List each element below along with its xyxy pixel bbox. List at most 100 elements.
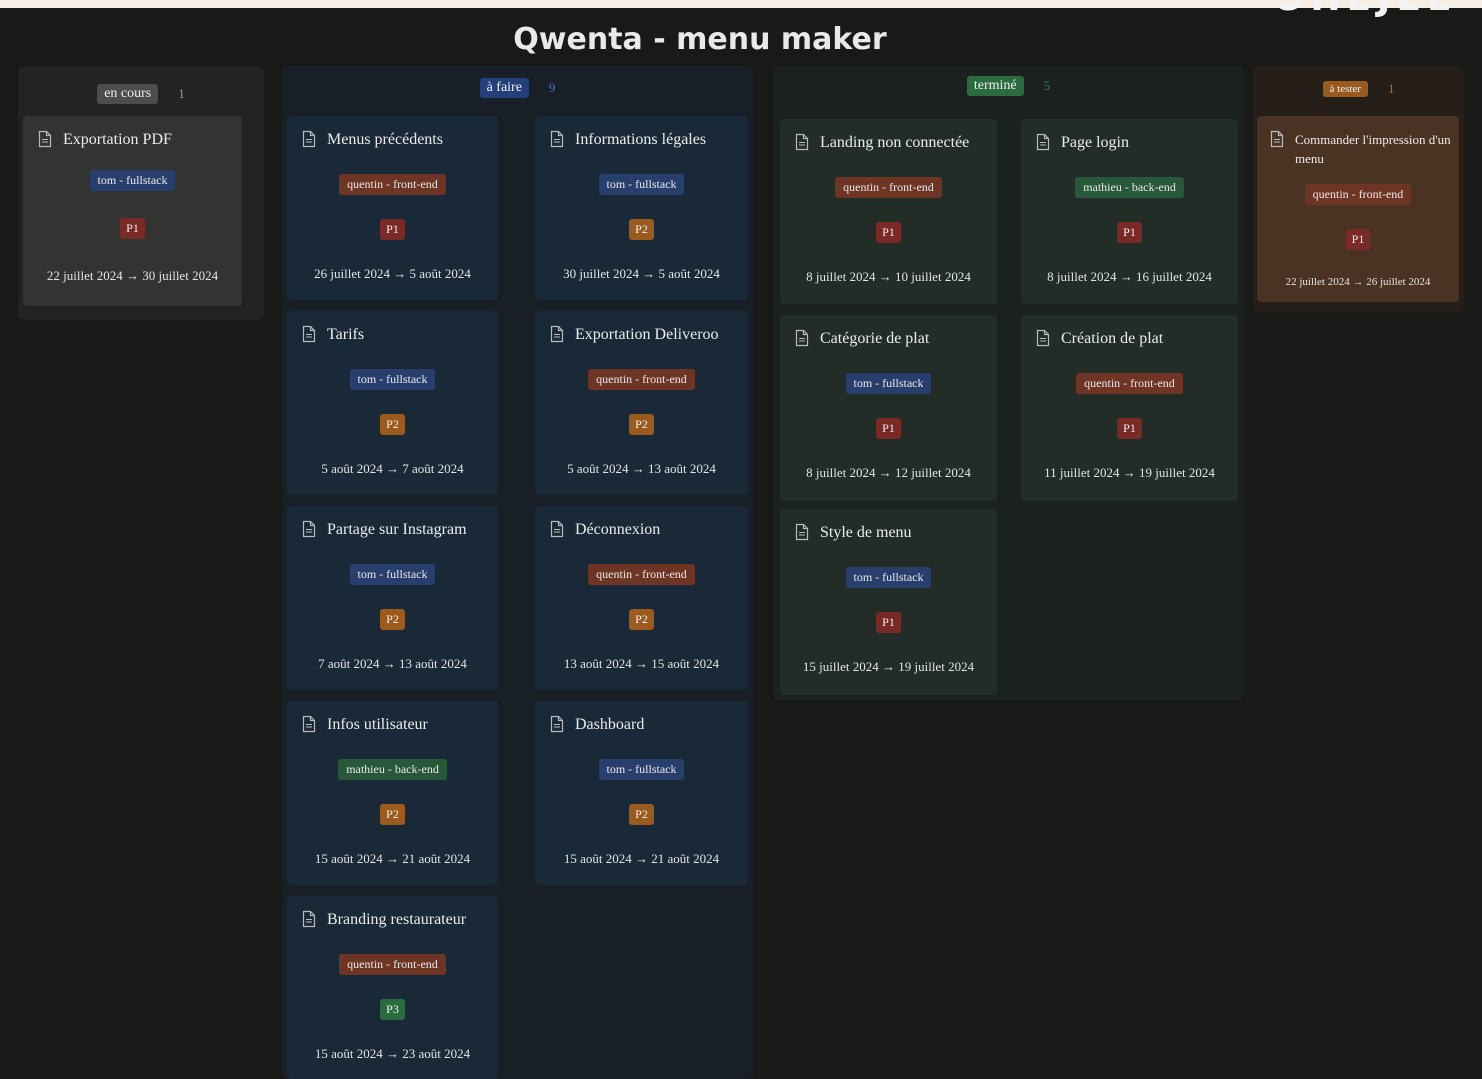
column-header: à tester 1	[1253, 81, 1464, 97]
date-range: 7 août 2024 → 13 août 2024	[318, 656, 467, 671]
column-header: à faire 9	[282, 78, 753, 98]
card-title: Dashboard	[549, 715, 742, 734]
assignee-row: quentin - front-end	[780, 177, 997, 198]
task-card[interactable]: Dashboard tom - fullstack P2 15 août 2024 →…	[535, 701, 748, 885]
assignee-tag[interactable]: tom - fullstack	[598, 759, 685, 780]
task-card[interactable]: Catégorie de plat tom - fullstack P1 8 juil…	[780, 315, 997, 501]
task-card[interactable]: Exportation PDF tom - fullstack P1 22 juill…	[23, 116, 242, 306]
assignee-row: tom - fullstack	[23, 170, 242, 191]
corner-logo-text: ЭHEJEL	[1278, 0, 1456, 19]
task-card[interactable]: Informations légales tom - fullstack P2 30 …	[535, 116, 748, 300]
assignee-tag[interactable]: tom - fullstack	[89, 170, 176, 191]
task-card[interactable]: Commander l'impression d'un menu quentin …	[1257, 116, 1459, 302]
assignee-row: quentin - front-end	[1021, 373, 1238, 394]
date-range: 5 août 2024 → 7 août 2024	[321, 461, 464, 476]
priority-badge[interactable]: P2	[629, 414, 654, 435]
task-card[interactable]: Création de plat quentin - front-end P1 11 …	[1021, 315, 1238, 501]
card-title-text: Page login	[1061, 134, 1129, 151]
card-title-text: Exportation Deliveroo	[575, 326, 719, 343]
task-card[interactable]: Exportation Deliveroo quentin - front-end…	[535, 311, 748, 495]
task-card[interactable]: Déconnexion quentin - front-end P2 13 août …	[535, 506, 748, 690]
page-icon	[550, 715, 564, 733]
date-range: 15 août 2024 → 23 août 2024	[314, 1046, 471, 1061]
priority-badge[interactable]: P2	[380, 804, 405, 825]
status-badge[interactable]: à faire	[479, 78, 529, 98]
assignee-tag[interactable]: mathieu - back-end	[1075, 177, 1184, 198]
date-range: 11 juillet 2024 → 19 juillet 2024	[1044, 465, 1215, 480]
page-icon	[795, 133, 809, 151]
assignee-tag[interactable]: quentin - front-end	[1076, 373, 1183, 394]
priority-row: P1	[780, 612, 997, 633]
priority-badge[interactable]: P1	[1117, 222, 1142, 243]
card-count: 1	[178, 86, 185, 101]
date-range: 30 juillet 2024 → 5 août 2024	[563, 266, 720, 281]
top-band	[0, 0, 1482, 8]
status-badge[interactable]: terminé	[966, 76, 1024, 96]
card-title-text: Commander l'impression d'un menu	[1295, 132, 1451, 166]
priority-row: P1	[1257, 229, 1459, 250]
date-range: 15 août 2024 → 21 août 2024	[563, 851, 720, 866]
page-icon	[1036, 133, 1050, 151]
priority-row: P1	[780, 222, 997, 243]
assignee-tag[interactable]: quentin - front-end	[588, 369, 695, 390]
priority-badge[interactable]: P1	[876, 612, 901, 633]
priority-badge[interactable]: P1	[120, 218, 145, 239]
card-title: Infos utilisateur	[301, 715, 492, 734]
priority-badge[interactable]: P1	[1345, 229, 1371, 250]
assignee-tag[interactable]: quentin - front-end	[588, 564, 695, 585]
card-title: Déconnexion	[549, 520, 742, 539]
assignee-row: quentin - front-end	[287, 174, 498, 195]
priority-badge[interactable]: P2	[380, 414, 405, 435]
task-card[interactable]: Landing non connectée quentin - front-end…	[780, 119, 997, 304]
card-title: Style de menu	[794, 523, 991, 542]
assignee-tag[interactable]: quentin - front-end	[835, 177, 942, 198]
task-card[interactable]: Infos utilisateur mathieu - back-end P2 15 …	[287, 701, 498, 885]
assignee-row: quentin - front-end	[287, 954, 498, 975]
priority-badge[interactable]: P2	[629, 219, 654, 240]
card-title-text: Tarifs	[327, 326, 365, 343]
column-en-cours: en cours 1 Exportation PDF tom - fullstack P…	[18, 66, 264, 320]
task-card[interactable]: Page login mathieu - back-end P1 8 juillet …	[1021, 119, 1238, 304]
page-icon	[302, 325, 316, 343]
assignee-tag[interactable]: tom - fullstack	[349, 564, 436, 585]
date-range: 8 juillet 2024 → 12 juillet 2024	[806, 465, 971, 480]
date-range: 22 juillet 2024 → 30 juillet 2024	[46, 268, 219, 283]
assignee-tag[interactable]: tom - fullstack	[845, 567, 932, 588]
column-termine: terminé 5 Landing non connectée quentin - f…	[773, 66, 1244, 700]
task-card[interactable]: Tarifs tom - fullstack P2 5 août 2024 → 7 a…	[287, 311, 498, 495]
priority-row: P1	[287, 219, 498, 240]
assignee-row: mathieu - back-end	[287, 759, 498, 780]
priority-badge[interactable]: P1	[876, 418, 901, 439]
priority-badge[interactable]: P2	[629, 609, 654, 630]
page-icon	[302, 910, 316, 928]
priority-badge[interactable]: P2	[629, 804, 654, 825]
priority-badge[interactable]: P1	[1117, 418, 1142, 439]
status-badge[interactable]: à tester	[1322, 81, 1368, 97]
assignee-row: quentin - front-end	[535, 369, 748, 390]
task-card[interactable]: Partage sur Instagram tom - fullstack P2 7 …	[287, 506, 498, 690]
card-title-text: Partage sur Instagram	[327, 521, 467, 538]
card-title-text: Création de plat	[1061, 330, 1164, 347]
priority-badge[interactable]: P3	[380, 999, 405, 1020]
assignee-row: tom - fullstack	[535, 759, 748, 780]
card-title-text: Menus précédents	[327, 131, 443, 148]
priority-badge[interactable]: P1	[380, 219, 405, 240]
priority-badge[interactable]: P2	[380, 609, 405, 630]
task-card[interactable]: Branding restaurateur quentin - front-end…	[287, 896, 498, 1079]
card-title: Exportation Deliveroo	[549, 325, 742, 344]
assignee-tag[interactable]: quentin - front-end	[339, 954, 446, 975]
assignee-tag[interactable]: tom - fullstack	[845, 373, 932, 394]
priority-row: P1	[780, 418, 997, 439]
status-badge[interactable]: en cours	[97, 84, 159, 104]
priority-row: P2	[287, 414, 498, 435]
assignee-tag[interactable]: tom - fullstack	[349, 369, 436, 390]
assignee-tag[interactable]: quentin - front-end	[339, 174, 446, 195]
assignee-row: tom - fullstack	[780, 567, 997, 588]
assignee-tag[interactable]: tom - fullstack	[598, 174, 685, 195]
assignee-tag[interactable]: quentin - front-end	[1304, 184, 1412, 205]
date-range: 5 août 2024 → 13 août 2024	[567, 461, 716, 476]
task-card[interactable]: Menus précédents quentin - front-end P1 26 …	[287, 116, 498, 300]
assignee-tag[interactable]: mathieu - back-end	[338, 759, 447, 780]
task-card[interactable]: Style de menu tom - fullstack P1 15 juillet…	[780, 509, 997, 695]
priority-badge[interactable]: P1	[876, 222, 901, 243]
